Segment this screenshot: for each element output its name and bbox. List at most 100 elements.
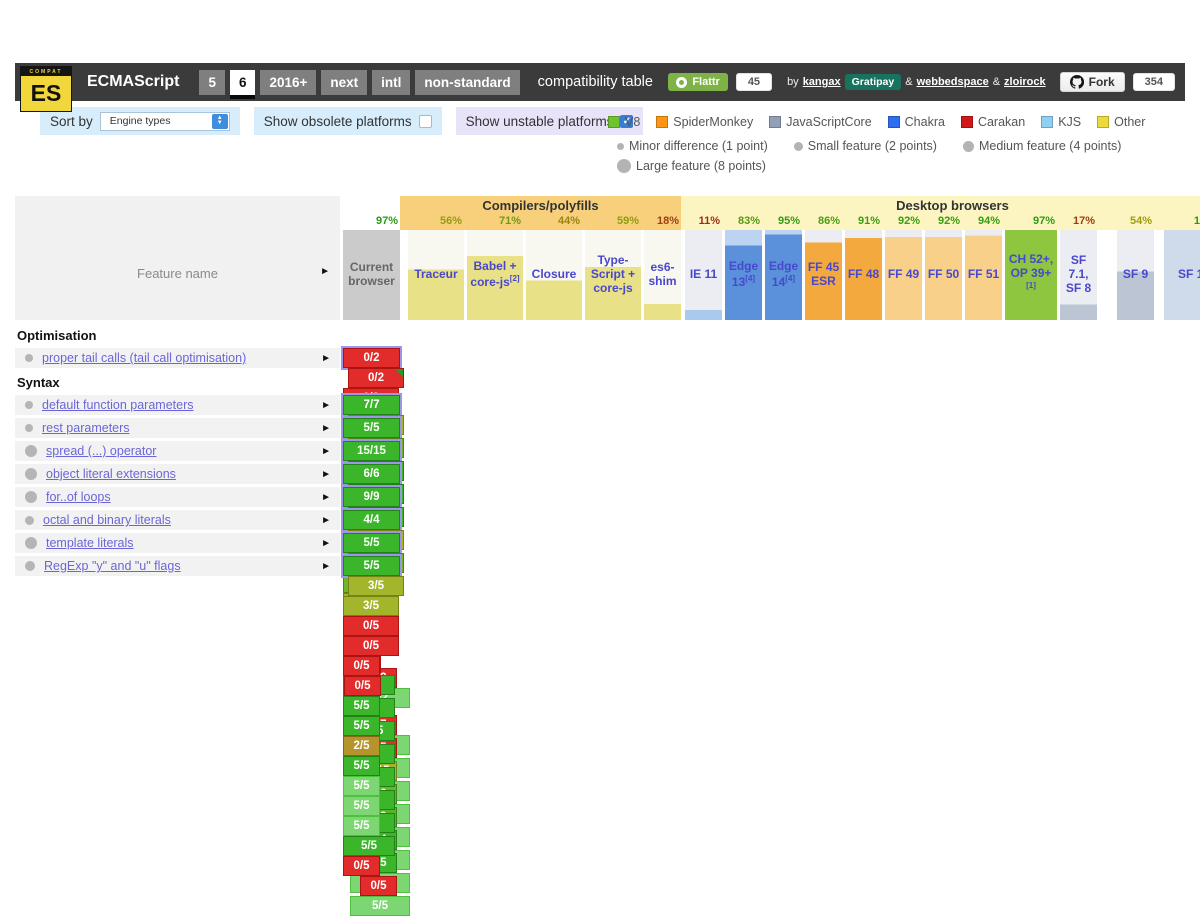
support-cell[interactable]: 9/9 (343, 487, 400, 507)
column-support-percent: 11% (685, 214, 722, 230)
column-support-percent: 97% (1005, 214, 1057, 230)
expand-row-arrow-icon[interactable]: ► (321, 561, 331, 572)
obsolete-platforms-checkbox[interactable] (419, 115, 432, 128)
expand-row-arrow-icon[interactable]: ► (321, 423, 331, 434)
support-cell[interactable]: 0/5 (343, 856, 380, 876)
feature-link[interactable]: RegExp "y" and "u" flags (44, 559, 181, 573)
column-header-ff-45-esr[interactable]: FF 45 ESR (805, 230, 842, 320)
tab-5[interactable]: 5 (199, 70, 225, 95)
column-header-ff-48[interactable]: FF 48 (845, 230, 882, 320)
sort-by-select[interactable]: Engine types ▲▼ (100, 112, 230, 131)
support-cell[interactable]: 5/5 (343, 533, 400, 553)
column-support-percent: 59% (585, 214, 641, 230)
support-cell[interactable]: 5/5 (343, 418, 400, 438)
page-subtitle: compatibility table (538, 74, 653, 90)
expand-row-arrow-icon[interactable]: ► (321, 515, 331, 526)
support-cell[interactable]: 0/5 (343, 636, 399, 656)
expand-row-arrow-icon[interactable]: ► (321, 469, 331, 480)
column-header-sf-7-1-sf-8[interactable]: SF 7.1, SF 8 (1060, 230, 1097, 320)
feature-link[interactable]: object literal extensions (46, 467, 176, 481)
expand-row-arrow-icon[interactable]: ► (321, 538, 331, 549)
link-kangax[interactable]: kangax (803, 76, 841, 88)
support-cell[interactable]: 0/2 (343, 348, 400, 368)
column-closure: 44%Closure (526, 230, 582, 320)
support-cell[interactable]: 5/5 (343, 756, 380, 776)
gratipay-badge[interactable]: Gratipay (845, 74, 902, 90)
tab-next[interactable]: next (321, 70, 367, 95)
feature-link[interactable]: octal and binary literals (43, 513, 171, 527)
legend-engine-label: Carakan (978, 115, 1025, 129)
support-cell[interactable]: 15/15 (343, 441, 400, 461)
tab-2016-[interactable]: 2016+ (260, 70, 316, 95)
expand-row-arrow-icon[interactable]: ► (321, 492, 331, 503)
byline-by: by (787, 76, 799, 88)
support-cell[interactable]: 0/5 (344, 676, 381, 696)
support-cell[interactable]: 0/2 (348, 368, 404, 388)
feature-link[interactable]: default function parameters (42, 398, 193, 412)
support-cell[interactable]: 5/5 (343, 796, 380, 816)
column-header-edge-14[interactable]: Edge 14[4] (765, 230, 802, 320)
feature-size-bullet-icon (25, 561, 35, 571)
feature-size-bullet-icon (25, 401, 33, 409)
feature-link[interactable]: template literals (46, 536, 134, 550)
legend-point-item: Small feature (2 points) (794, 139, 937, 153)
column-header-ff-51[interactable]: FF 51 (965, 230, 1002, 320)
column-header-current-browser[interactable]: Current browser (343, 230, 400, 320)
support-cell[interactable]: 3/5 (343, 596, 399, 616)
column-header-ch-52-op-39-[interactable]: CH 52+, OP 39+[1] (1005, 230, 1057, 320)
column-header-babel-core-js[interactable]: Babel + core-js[2] (467, 230, 523, 320)
link-webbedspace[interactable]: webbedspace (917, 76, 989, 88)
feature-link[interactable]: for..of loops (46, 490, 111, 504)
support-cell[interactable]: 5/5 (343, 556, 400, 576)
column-header-type-script-core-js[interactable]: Type-Script + core-js (585, 230, 641, 320)
column-header-closure[interactable]: Closure (526, 230, 582, 320)
column-header-traceur[interactable]: Traceur (408, 230, 464, 320)
column-header-edge-13[interactable]: Edge 13[4] (725, 230, 762, 320)
feature-label-cell: spread (...) operator ► (15, 441, 340, 461)
flattr-button[interactable]: Flattr (668, 73, 728, 91)
tab-intl[interactable]: intl (372, 70, 410, 95)
support-cell[interactable]: 6/6 (343, 464, 400, 484)
feature-link[interactable]: rest parameters (42, 421, 130, 435)
legend-engine-javascriptcore: JavaScriptCore (769, 115, 871, 129)
support-cell[interactable]: 0/5 (360, 876, 397, 896)
expand-row-arrow-icon[interactable]: ► (321, 353, 331, 364)
support-cell[interactable]: 4/4 (343, 510, 400, 530)
link-zloirock[interactable]: zloirock (1004, 76, 1046, 88)
column-header-sf-10[interactable]: SF 10 (1164, 230, 1200, 320)
column-support-percent: 86% (805, 214, 842, 230)
support-cell[interactable]: 5/5 (343, 776, 380, 796)
column-header-ff-49[interactable]: FF 49 (885, 230, 922, 320)
feature-link[interactable]: proper tail calls (tail call optimisatio… (42, 351, 246, 365)
column-header-sf-9[interactable]: SF 9 (1117, 230, 1154, 320)
expand-row-arrow-icon[interactable]: ► (321, 400, 331, 411)
expand-row-arrow-icon[interactable]: ► (321, 446, 331, 457)
tab-non-standard[interactable]: non-standard (415, 70, 519, 95)
support-cell[interactable]: 5/5 (343, 836, 395, 856)
feature-link[interactable]: spread (...) operator (46, 444, 156, 458)
support-cell[interactable]: 0/5 (343, 656, 380, 676)
feature-cells: 5/54/53/52/54/50/50/55/55/55/55/55/55/55… (340, 418, 410, 438)
support-cell[interactable]: 5/5 (343, 716, 380, 736)
column-support-percent: 94% (965, 214, 1002, 230)
support-cell[interactable]: 0/5 (343, 616, 399, 636)
github-fork-button[interactable]: Fork (1060, 72, 1125, 92)
sort-by-value: Engine types (110, 115, 171, 127)
feature-name-label: Feature name (15, 266, 340, 281)
feature-cells: 5/53/53/50/50/50/50/55/55/52/55/55/55/55… (340, 556, 410, 576)
support-cell[interactable]: 2/5 (343, 736, 380, 756)
column-support-percent: 56% (408, 214, 464, 230)
column-header-ie-11[interactable]: IE 11 (685, 230, 722, 320)
column-header-es6-shim[interactable]: es6-shim (644, 230, 681, 320)
support-cell[interactable]: 7/7 (343, 395, 400, 415)
flattr-icon (676, 77, 687, 88)
tab-6[interactable]: 6 (230, 70, 256, 95)
legend-engine-label: V8 (625, 115, 640, 129)
compilers-chunk: Compilers/polyfills 56%Traceur71%Babel +… (400, 196, 681, 320)
support-cell[interactable]: 5/5 (343, 816, 380, 836)
support-cell[interactable]: 5/5 (350, 896, 410, 916)
support-cell[interactable]: 3/5 (348, 576, 404, 596)
expand-all-arrow-icon[interactable]: ► (320, 266, 330, 277)
column-header-ff-50[interactable]: FF 50 (925, 230, 962, 320)
support-cell[interactable]: 5/5 (343, 696, 380, 716)
